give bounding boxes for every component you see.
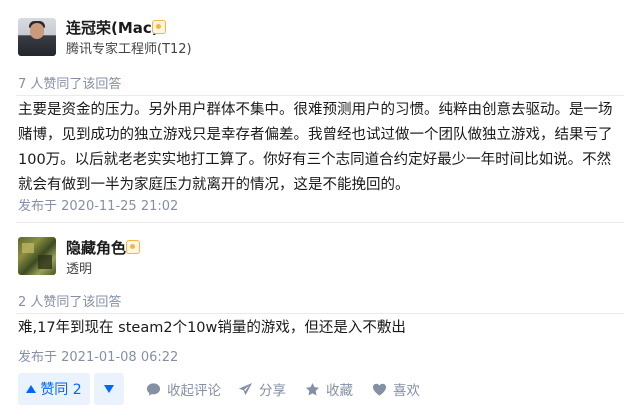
share-label: 分享 [259, 383, 286, 399]
divider [16, 95, 624, 96]
vote-up-label: 赞同 2 [40, 382, 82, 398]
collect-label: 收藏 [326, 383, 353, 399]
answer-content: 主要是资金的压力。另外用户群体不集中。很难预测用户的习惯。纯粹由创意去驱动。是一… [18, 102, 613, 193]
like-button[interactable]: 喜欢 [372, 373, 420, 405]
triangle-down-icon [104, 385, 114, 393]
avatar[interactable] [18, 237, 56, 275]
collect-button[interactable]: 收藏 [305, 373, 353, 405]
divider [16, 313, 624, 314]
heart-icon [372, 383, 387, 396]
vote-count-text: 2 人赞同了该回答 [18, 295, 122, 310]
comment-button[interactable]: 收起评论 [146, 373, 221, 405]
certified-badge-icon [126, 240, 140, 254]
author-description: 腾讯专家工程师(T12) [66, 42, 192, 57]
star-icon [305, 382, 320, 395]
comment-label: 收起评论 [167, 383, 221, 399]
certified-badge-icon [152, 20, 166, 34]
vote-count-text: 7 人赞同了该回答 [18, 77, 122, 92]
publish-time[interactable]: 发布于 2020-11-25 21:02 [18, 195, 178, 214]
avatar[interactable] [18, 18, 56, 56]
author-description: 透明 [66, 262, 93, 277]
answer-content: 难,17年到现在 steam2个10w销量的游戏，但还是入不敷出 [18, 320, 406, 336]
vote-down-button[interactable] [94, 373, 124, 405]
publish-time[interactable]: 发布于 2021-01-08 06:22 [18, 346, 178, 365]
answer-separator [16, 222, 624, 223]
share-button[interactable]: 分享 [238, 373, 286, 405]
vote-up-button[interactable]: 赞同 2 [18, 373, 90, 405]
paper-plane-icon [238, 382, 253, 395]
like-label: 喜欢 [393, 383, 420, 399]
author-name[interactable]: 隐藏角色 [66, 237, 126, 258]
triangle-up-icon [26, 385, 37, 393]
comment-bubble-icon [146, 382, 161, 396]
author-name[interactable]: 连冠荣(Mac) [66, 17, 159, 38]
